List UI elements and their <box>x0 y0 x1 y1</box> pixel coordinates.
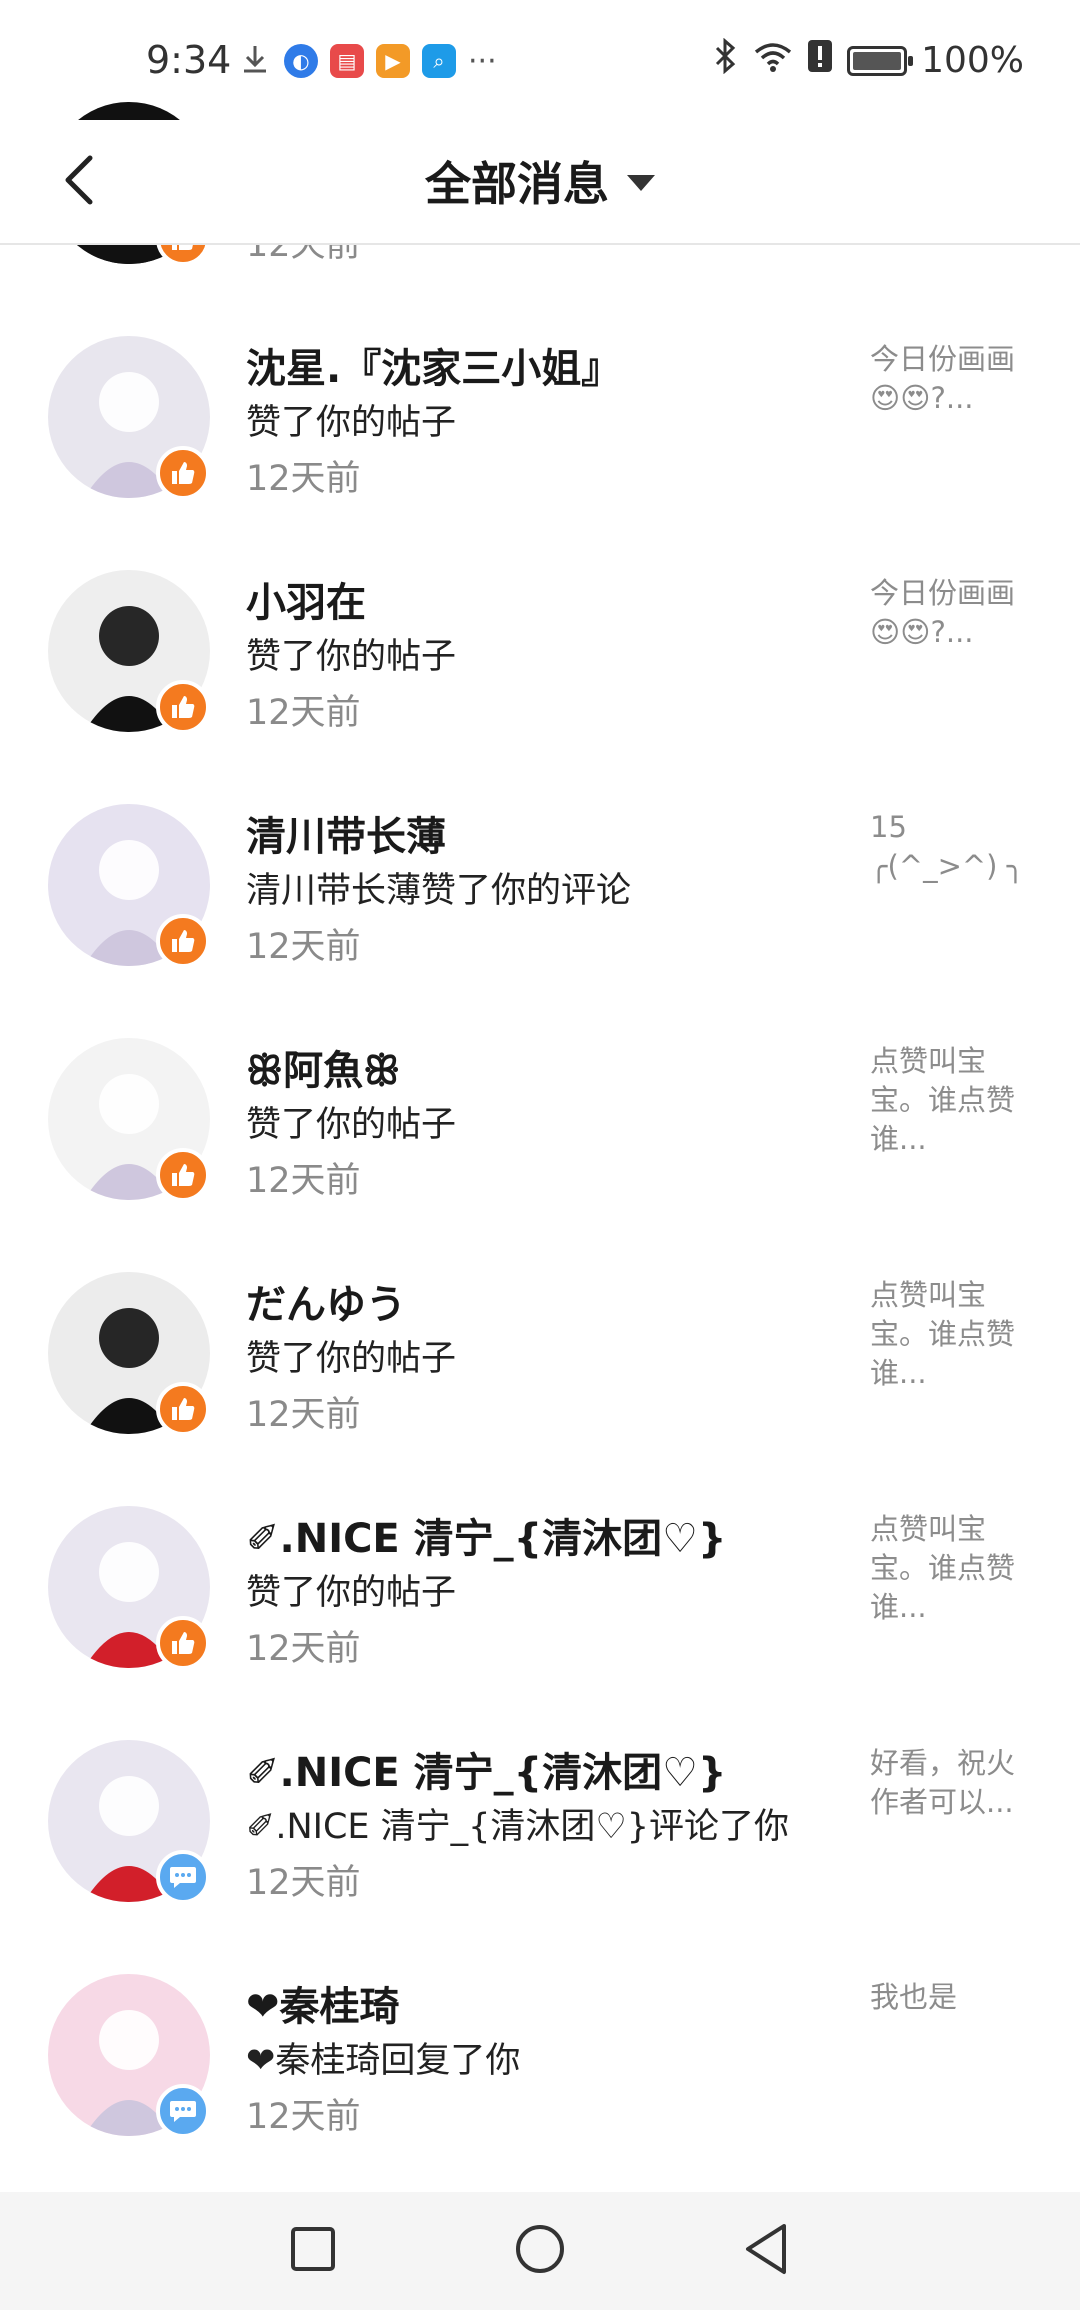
recent-apps-button[interactable] <box>288 2224 338 2278</box>
home-button[interactable] <box>513 2222 567 2280</box>
status-time: 9:34 <box>146 38 232 82</box>
battery-percent: 100% <box>921 40 1024 81</box>
nav-back-button[interactable] <box>742 2222 792 2280</box>
more-notifications: ··· <box>468 43 497 79</box>
bluetooth-icon <box>711 37 739 83</box>
thumbs-up-icon <box>172 462 195 484</box>
comment-icon <box>170 1867 196 1888</box>
post-preview[interactable]: 好看，祝火作者可以... <box>870 1744 1030 1822</box>
notification-icons: ◐ ▤ ▶ ⌕ ··· <box>238 42 497 80</box>
message-action: 赞了你的帖子 <box>246 637 457 677</box>
message-row[interactable]: 清川带长薄清川带长薄赞了你的评论 12天前 15 ╭(^_>^) ╮ <box>0 804 1080 1038</box>
message-action: 赞了你的帖子 <box>246 1105 457 1145</box>
message-row[interactable]: 沈星.『沈家三小姐』赞了你的帖子 12天前 今日份画画😍😍?... <box>0 336 1080 570</box>
message-action: ✐.NICE 清宁_{清沐团♡}评论了你 <box>246 1807 790 1847</box>
post-preview[interactable]: 15 ╭(^_>^) ╮ <box>870 808 1030 886</box>
square-icon <box>290 2227 335 2271</box>
page-title: 全部消息 <box>425 157 609 211</box>
status-right: 100% <box>711 37 1024 83</box>
comment-badge <box>156 1850 210 1904</box>
message-action: 赞了你的帖子 <box>246 403 457 443</box>
download-icon <box>238 42 272 80</box>
header: 全部消息 <box>0 120 1080 245</box>
sender-name[interactable]: 沈星.『沈家三小姐』 <box>246 336 621 394</box>
thumbs-up-icon <box>172 1398 195 1420</box>
sender-name[interactable]: 清川带长薄 <box>246 804 446 862</box>
message-row[interactable]: 小羽在赞了你的帖子 12天前 今日份画画😍😍?... <box>0 570 1080 804</box>
post-preview[interactable]: 点赞叫宝宝。谁点赞谁... <box>870 1042 1030 1159</box>
browser-icon: ◐ <box>284 44 318 78</box>
thumbs-up-icon <box>172 1632 195 1654</box>
message-row[interactable]: ✐.NICE 清宁_{清沐团♡} 赞了你的帖子 12天前 点赞叫宝宝。谁点赞谁... <box>0 1506 1080 1740</box>
sender-name[interactable]: だんゆう <box>246 1272 406 1330</box>
post-preview[interactable]: 我也是 <box>870 1978 1030 2017</box>
play-icon: ▶ <box>376 44 410 78</box>
message-time: 12天前 <box>246 459 361 499</box>
like-badge <box>156 680 210 734</box>
message-row[interactable]: ✐.NICE 清宁_{清沐团♡} ✐.NICE 清宁_{清沐团♡}评论了你 12天前… <box>0 1740 1080 1974</box>
message-row[interactable]: ❤秦桂琦 ❤秦桂琦回复了你 12天前 我也是 <box>0 1974 1080 2208</box>
message-time: 12天前 <box>246 1863 361 1903</box>
post-preview[interactable]: 点赞叫宝宝。谁点赞谁... <box>870 1510 1030 1627</box>
message-time: 12天前 <box>246 1629 361 1669</box>
battery-icon <box>847 45 914 76</box>
message-time: 12天前 <box>246 927 361 967</box>
like-badge <box>156 1148 210 1202</box>
message-time: 12天前 <box>246 2097 361 2137</box>
thumbs-up-icon <box>172 696 195 718</box>
sender-name[interactable]: ꕥ阿魚ꕥ <box>246 1038 400 1096</box>
message-time: 12天前 <box>246 1161 361 1201</box>
caret-down-icon <box>627 175 655 191</box>
post-preview[interactable]: 今日份画画😍😍?... <box>870 340 1030 418</box>
wifi-icon <box>753 40 793 81</box>
post-preview[interactable]: 今日份画画😍😍?... <box>870 574 1030 652</box>
circle-icon <box>515 2225 564 2273</box>
message-row[interactable]: だんゆう赞了你的帖子 12天前 点赞叫宝宝。谁点赞谁... <box>0 1272 1080 1506</box>
like-badge <box>156 1382 210 1436</box>
thumbs-up-icon <box>172 930 195 952</box>
message-action: ❤秦桂琦回复了你 <box>246 2041 521 2081</box>
comment-icon <box>170 2101 196 2122</box>
title-dropdown[interactable]: 全部消息 <box>0 148 1080 214</box>
system-nav-bar <box>0 2192 1080 2310</box>
sender-name[interactable]: ✐.NICE 清宁_{清沐团♡} <box>246 1740 727 1798</box>
book-icon: ▤ <box>330 44 364 78</box>
sender-name[interactable]: 小羽在 <box>246 570 366 628</box>
like-badge <box>156 1616 210 1670</box>
sender-name[interactable]: ❤秦桂琦 <box>246 1974 400 2032</box>
triangle-back-icon <box>746 2224 787 2274</box>
message-time: 12天前 <box>246 1395 361 1435</box>
search-app-icon: ⌕ <box>422 44 456 78</box>
like-badge <box>156 446 210 500</box>
thumbs-up-icon <box>172 1164 195 1186</box>
message-time: 12天前 <box>246 693 361 733</box>
sender-name[interactable]: ✐.NICE 清宁_{清沐团♡} <box>246 1506 727 1564</box>
comment-badge <box>156 2084 210 2138</box>
message-row[interactable]: ꕥ阿魚ꕥ 赞了你的帖子 12天前 点赞叫宝宝。谁点赞谁... <box>0 1038 1080 1272</box>
message-action: 赞了你的帖子 <box>246 1573 457 1613</box>
message-action: 赞了你的帖子 <box>246 1339 457 1379</box>
like-badge <box>156 914 210 968</box>
alert-icon <box>807 38 833 83</box>
message-action: 清川带长薄赞了你的评论 <box>246 871 632 911</box>
post-preview[interactable]: 点赞叫宝宝。谁点赞谁... <box>870 1276 1030 1393</box>
